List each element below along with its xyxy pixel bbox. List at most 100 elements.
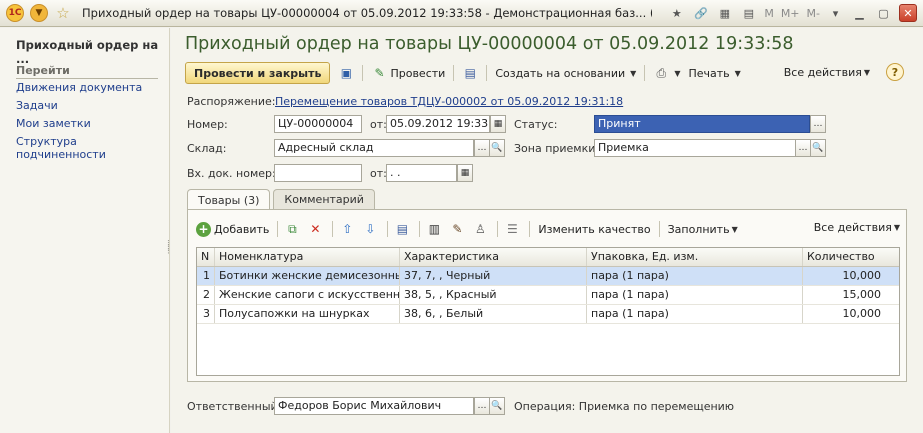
cell-quantity: 10,000 xyxy=(842,307,882,320)
column-header-nomenclature[interactable]: Номенклатура xyxy=(215,248,400,266)
barcode-icon[interactable]: ▥ xyxy=(425,220,443,238)
calculator-icon[interactable]: ▦ xyxy=(716,5,733,22)
chevron-down-icon: ▼ xyxy=(731,224,738,234)
separator xyxy=(332,221,334,237)
column-header-characteristic[interactable]: Характеристика xyxy=(400,248,587,266)
separator xyxy=(453,65,455,81)
all-actions-menu[interactable]: Все действия ▼ xyxy=(784,66,870,79)
link-icon[interactable]: 🔗 xyxy=(692,5,709,22)
status-field[interactable]: Принят xyxy=(594,115,810,133)
memory-plus-button[interactable]: M+ xyxy=(781,5,800,22)
cell-nomenclature: Полусапожки на шнурках xyxy=(215,305,400,323)
table-row[interactable]: 1 Ботинки женские демисезонные 37, 7, , … xyxy=(197,267,899,286)
panel-splitter-handle[interactable]: ⁝ ⁝ ⁝ xyxy=(167,240,170,257)
responsible-field[interactable]: Федоров Борис Михайлович xyxy=(274,397,474,415)
separator xyxy=(529,221,531,237)
memory-minus-button[interactable]: M- xyxy=(807,5,820,22)
main-menu-icon[interactable]: ▼ xyxy=(30,4,48,22)
incoming-number-field[interactable] xyxy=(274,164,362,182)
responsible-select-button[interactable]: … xyxy=(474,397,490,415)
warehouse-label: Склад: xyxy=(187,142,227,155)
close-icon[interactable]: ✕ xyxy=(899,4,917,22)
cell-package: пара (1 пара) xyxy=(587,305,803,323)
maximize-icon[interactable]: ▢ xyxy=(875,5,892,22)
navigation-panel: Приходный ордер на ... Перейти Движения … xyxy=(0,28,170,433)
create-based-on-menu[interactable]: Создать на основании ▼ xyxy=(495,67,636,80)
cell-nomenclature: Женские сапоги с искусственн... xyxy=(215,286,400,304)
goods-all-actions-menu[interactable]: Все действия ▼ xyxy=(814,221,900,234)
document-caption[interactable]: Приходный ордер на ... xyxy=(16,38,169,66)
favorites-star-icon[interactable]: ☆ xyxy=(54,4,72,22)
separator xyxy=(644,65,646,81)
separator xyxy=(387,221,389,237)
print-icon: ⎙ xyxy=(656,65,667,80)
cell-n: 3 xyxy=(197,305,215,323)
calendar-icon[interactable]: ▤ xyxy=(740,5,757,22)
tab-comment[interactable]: Комментарий xyxy=(273,189,375,209)
save-icon[interactable]: ▣ xyxy=(338,65,354,81)
memory-m-button[interactable]: M xyxy=(764,5,774,22)
cell-nomenclature: Ботинки женские демисезонные xyxy=(215,267,400,285)
number-field[interactable]: ЦУ-00000004 xyxy=(274,115,362,133)
stamp-icon[interactable]: ♙ xyxy=(471,220,489,238)
move-down-icon[interactable]: ⇩ xyxy=(361,220,379,238)
warehouse-field[interactable]: Адресный склад xyxy=(274,139,474,157)
help-button[interactable]: ? xyxy=(886,63,904,81)
warehouse-open-icon[interactable]: 🔍 xyxy=(489,139,505,157)
minimize-icon[interactable]: ▁ xyxy=(851,5,868,22)
post-and-close-button[interactable]: Провести и закрыть xyxy=(185,62,331,84)
incoming-date-field[interactable]: . . xyxy=(386,164,457,182)
title-tools: ★ 🔗 ▦ ▤ M M+ M- ▾ ▁ ▢ ✕ xyxy=(668,4,917,22)
nav-link-document-movements[interactable]: Движения документа xyxy=(16,81,142,94)
column-header-package[interactable]: Упаковка, Ед. изм. xyxy=(587,248,803,266)
separator xyxy=(362,65,364,81)
calendar-icon[interactable]: ▦ xyxy=(457,164,473,182)
status-label: Статус: xyxy=(514,118,558,131)
window-menu-icon[interactable]: ▾ xyxy=(827,5,844,22)
warehouse-select-button[interactable]: … xyxy=(474,139,490,157)
nav-section-title: Перейти xyxy=(16,64,158,79)
nav-link-subordination-structure[interactable]: Структура подчиненности xyxy=(16,135,169,161)
split-rows-icon[interactable]: ☰ xyxy=(503,220,521,238)
add-to-favorites-icon[interactable]: ★ xyxy=(668,5,685,22)
nav-link-tasks[interactable]: Задачи xyxy=(16,99,58,112)
chevron-down-icon: ▼ xyxy=(630,68,637,78)
tab-goods[interactable]: Товары (3) xyxy=(187,189,271,210)
print-preview-menu[interactable]: ⎙ ▼ xyxy=(653,65,681,81)
scanner-icon[interactable]: ✎ xyxy=(448,220,466,238)
column-header-quantity[interactable]: Количество xyxy=(803,248,885,266)
responsible-open-icon[interactable]: 🔍 xyxy=(489,397,505,415)
journal-icon[interactable]: ▤ xyxy=(462,65,478,81)
cell-n: 1 xyxy=(197,267,215,285)
print-label: Печать xyxy=(688,66,730,80)
all-actions-label: Все действия xyxy=(783,66,862,79)
fill-menu[interactable]: Заполнить ▼ xyxy=(668,223,738,236)
column-header-n[interactable]: N xyxy=(197,248,215,266)
zone-open-icon[interactable]: 🔍 xyxy=(810,139,826,157)
status-select-button[interactable]: … xyxy=(810,115,826,133)
copy-row-icon[interactable]: ⧉ xyxy=(283,220,301,238)
chevron-down-icon: ▼ xyxy=(734,68,741,78)
add-button[interactable]: + Добавить xyxy=(196,221,269,237)
date-field[interactable]: 05.09.2012 19:33:58 xyxy=(386,115,490,133)
delete-icon[interactable]: ✕ xyxy=(306,220,324,238)
pick-goods-icon[interactable]: ▤ xyxy=(393,220,411,238)
order-link[interactable]: Перемещение товаров ТДЦУ-000002 от 05.09… xyxy=(275,95,623,108)
goods-table[interactable]: N Номенклатура Характеристика Упаковка, … xyxy=(196,247,900,376)
change-quality-button[interactable]: Изменить качество xyxy=(538,223,650,236)
zone-select-button[interactable]: … xyxy=(795,139,811,157)
separator xyxy=(658,221,660,237)
zone-label: Зона приемки: xyxy=(514,142,600,155)
separator xyxy=(486,65,488,81)
calendar-icon[interactable]: ▦ xyxy=(490,115,506,133)
post-icon: ✎ xyxy=(374,66,385,80)
print-menu[interactable]: Печать ▼ xyxy=(688,67,740,80)
table-row[interactable]: 3 Полусапожки на шнурках 38, 6, , Белый … xyxy=(197,305,899,324)
zone-field[interactable]: Приемка xyxy=(594,139,796,157)
nav-link-my-notes[interactable]: Мои заметки xyxy=(16,117,91,130)
post-button[interactable]: ✎ Провести xyxy=(371,65,445,81)
move-up-icon[interactable]: ⇧ xyxy=(338,220,356,238)
post-label: Провести xyxy=(390,66,446,80)
app-logo-icon[interactable]: 1С xyxy=(6,4,24,22)
table-row[interactable]: 2 Женские сапоги с искусственн... 38, 5,… xyxy=(197,286,899,305)
